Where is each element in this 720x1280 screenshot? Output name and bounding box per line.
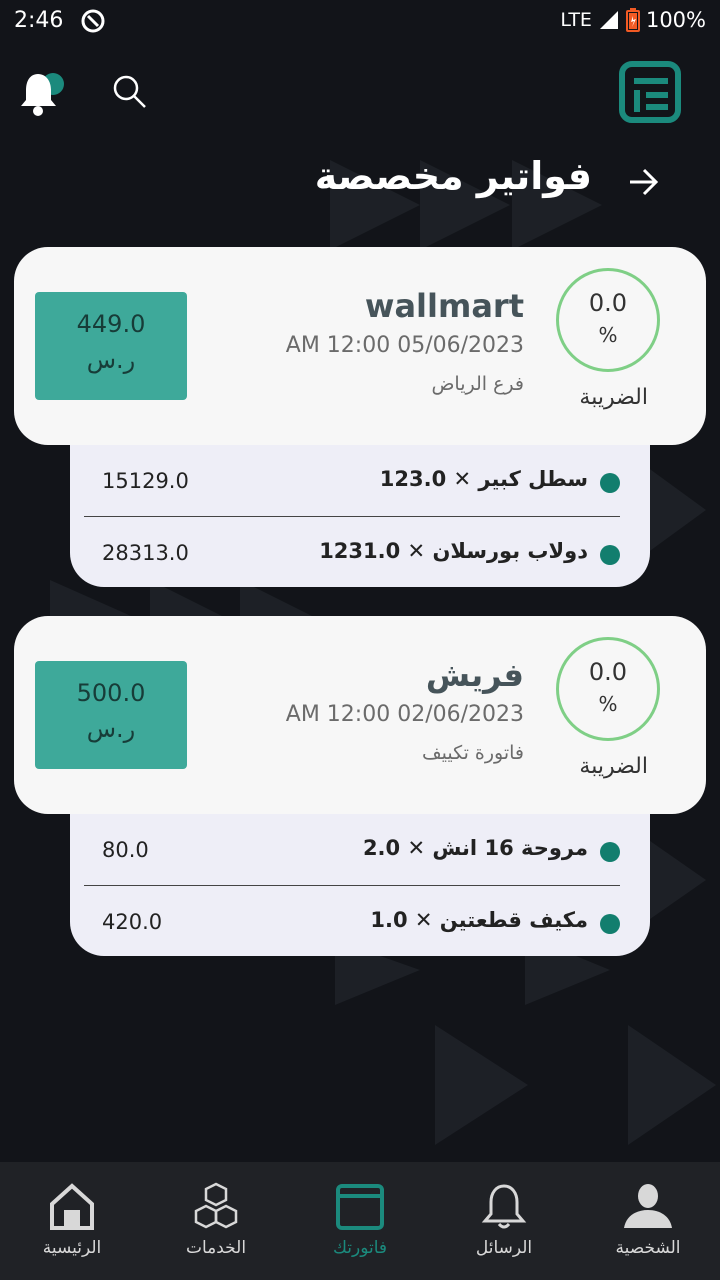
- bullet-icon: [600, 842, 620, 862]
- item-total: 80.0: [102, 838, 149, 862]
- do-not-disturb-icon: [81, 9, 105, 33]
- invoice-name: فريش: [425, 656, 524, 694]
- invoice-items: مروحة 16 انش ✕ 2.0 80.0 مكيف قطعتين ✕ 1.…: [70, 814, 650, 956]
- tax-percent-sign: %: [598, 692, 618, 716]
- app-logo: [619, 61, 681, 123]
- top-bar: [0, 56, 720, 128]
- invoice-branch: فرع الرياض: [431, 373, 524, 395]
- nav-services-label: الخدمات: [185, 1238, 247, 1258]
- nav-services[interactable]: الخدمات: [144, 1162, 288, 1280]
- bullet-icon: [600, 473, 620, 493]
- tax-label: الضريبة: [579, 385, 648, 410]
- invoice-branch: فاتورة تكييف: [421, 742, 524, 764]
- bell-icon: [481, 1184, 527, 1229]
- list-item: سطل كبير ✕ 123.0 15129.0: [84, 445, 620, 516]
- invoice-amount-box: 500.0 ر.س: [35, 661, 187, 769]
- invoice-currency: ر.س: [86, 715, 136, 743]
- invoice-icon: [336, 1184, 384, 1230]
- item-total: 420.0: [102, 910, 163, 934]
- nav-profile[interactable]: الشخصية: [576, 1162, 720, 1280]
- nav-invoices-label: فاتورتك: [332, 1238, 388, 1258]
- list-item: مروحة 16 انش ✕ 2.0 80.0: [84, 814, 620, 885]
- tax-indicator: 0.0 %: [556, 268, 660, 372]
- list-item: دولاب بورسلان ✕ 1231.0 28313.0: [84, 516, 620, 587]
- tax-label: الضريبة: [579, 754, 648, 779]
- invoice-amount: 500.0: [76, 679, 146, 707]
- item-description: سطل كبير ✕ 123.0: [379, 467, 588, 491]
- invoice-card[interactable]: 500.0 ر.س فريش AM 12:00 02/06/2023 فاتور…: [14, 616, 706, 956]
- bottom-navigation: الرئيسية الخدمات فاتورتك الرسائل الشخصية: [0, 1162, 720, 1280]
- item-description: دولاب بورسلان ✕ 1231.0: [319, 539, 588, 563]
- tax-value: 0.0: [588, 658, 628, 686]
- bullet-icon: [600, 545, 620, 565]
- invoice-amount: 449.0: [76, 310, 146, 338]
- item-total: 15129.0: [102, 469, 189, 493]
- network-type: LTE: [560, 9, 592, 31]
- invoice-date: AM 12:00 02/06/2023: [285, 702, 524, 727]
- search-icon[interactable]: [110, 72, 150, 112]
- item-total: 28313.0: [102, 541, 189, 565]
- status-indicators: LTE 100%: [560, 8, 706, 32]
- nav-home-label: الرئيسية: [42, 1238, 102, 1258]
- tax-indicator: 0.0 %: [556, 637, 660, 741]
- invoice-items: سطل كبير ✕ 123.0 15129.0 دولاب بورسلان ✕…: [70, 445, 650, 587]
- list-item: مكيف قطعتين ✕ 1.0 420.0: [84, 885, 620, 956]
- home-icon: [50, 1183, 94, 1230]
- tax-percent-sign: %: [598, 323, 618, 347]
- notification-bell-icon[interactable]: [16, 66, 68, 118]
- page-header: فواتير مخصصة: [0, 148, 720, 218]
- invoice-header: 500.0 ر.س فريش AM 12:00 02/06/2023 فاتور…: [14, 616, 706, 814]
- cubes-icon: [194, 1182, 238, 1229]
- invoice-card[interactable]: 449.0 ر.س wallmart AM 12:00 05/06/2023 ف…: [14, 247, 706, 587]
- signal-icon: [599, 11, 618, 29]
- item-description: مكيف قطعتين ✕ 1.0: [370, 908, 588, 932]
- page-title: فواتير مخصصة: [314, 154, 592, 198]
- invoice-header: 449.0 ر.س wallmart AM 12:00 05/06/2023 ف…: [14, 247, 706, 445]
- status-bar: 2:46 LTE 100%: [0, 0, 720, 44]
- nav-messages[interactable]: الرسائل: [432, 1162, 576, 1280]
- nav-home[interactable]: الرئيسية: [0, 1162, 144, 1280]
- invoice-currency: ر.س: [86, 346, 136, 374]
- nav-messages-label: الرسائل: [475, 1238, 533, 1258]
- bullet-icon: [600, 914, 620, 934]
- item-description: مروحة 16 انش ✕ 2.0: [362, 836, 588, 860]
- battery-icon: [625, 8, 640, 32]
- user-icon: [624, 1184, 672, 1228]
- status-time: 2:46: [14, 8, 64, 33]
- nav-invoices[interactable]: فاتورتك: [288, 1162, 432, 1280]
- invoice-date: AM 12:00 05/06/2023: [285, 333, 524, 358]
- battery-percent: 100%: [645, 8, 706, 32]
- invoice-name: wallmart: [364, 287, 524, 325]
- nav-profile-label: الشخصية: [615, 1238, 681, 1258]
- tax-value: 0.0: [588, 289, 628, 317]
- invoice-amount-box: 449.0 ر.س: [35, 292, 187, 400]
- back-arrow-icon[interactable]: [624, 162, 664, 202]
